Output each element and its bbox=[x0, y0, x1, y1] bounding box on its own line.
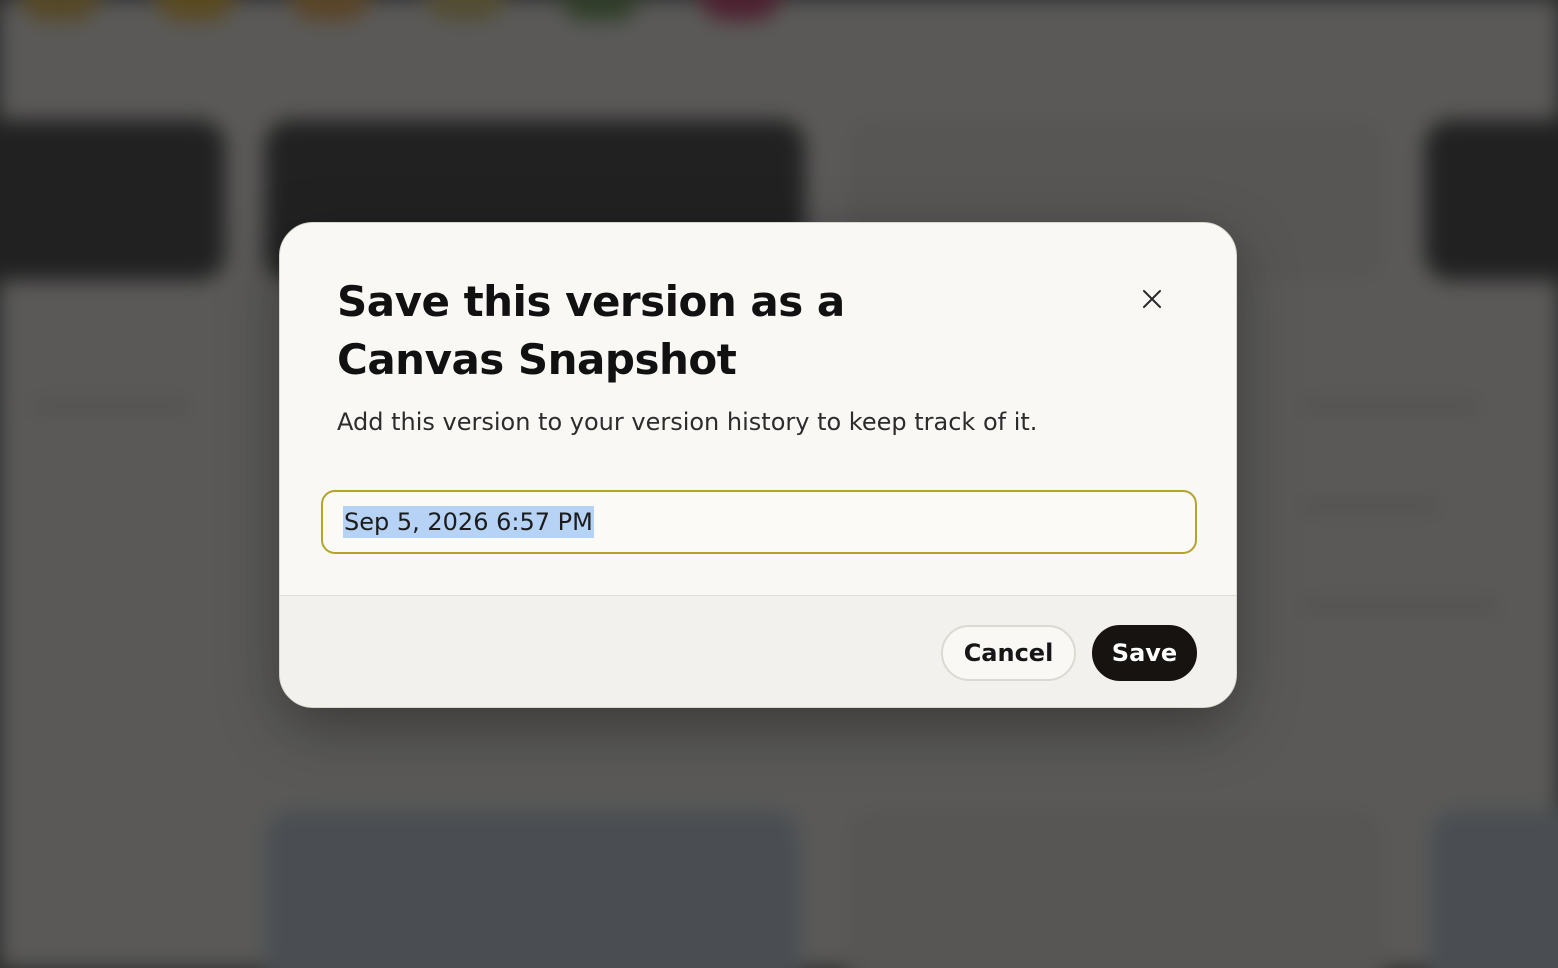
dialog-title: Save this version as a Canvas Snapshot bbox=[337, 277, 845, 384]
close-button[interactable] bbox=[1132, 279, 1172, 319]
cancel-button[interactable]: Cancel bbox=[941, 625, 1076, 681]
snapshot-name-input[interactable]: Sep 5, 2026 6:57 PM bbox=[321, 490, 1197, 554]
close-icon bbox=[1143, 290, 1161, 308]
save-snapshot-dialog: Save this version as a Canvas Snapshot A… bbox=[279, 222, 1237, 708]
dialog-footer: Cancel Save bbox=[280, 595, 1236, 707]
dialog-description: Add this version to your version history… bbox=[337, 408, 1038, 436]
snapshot-name-value[interactable]: Sep 5, 2026 6:57 PM bbox=[343, 506, 594, 538]
save-button[interactable]: Save bbox=[1092, 625, 1197, 681]
